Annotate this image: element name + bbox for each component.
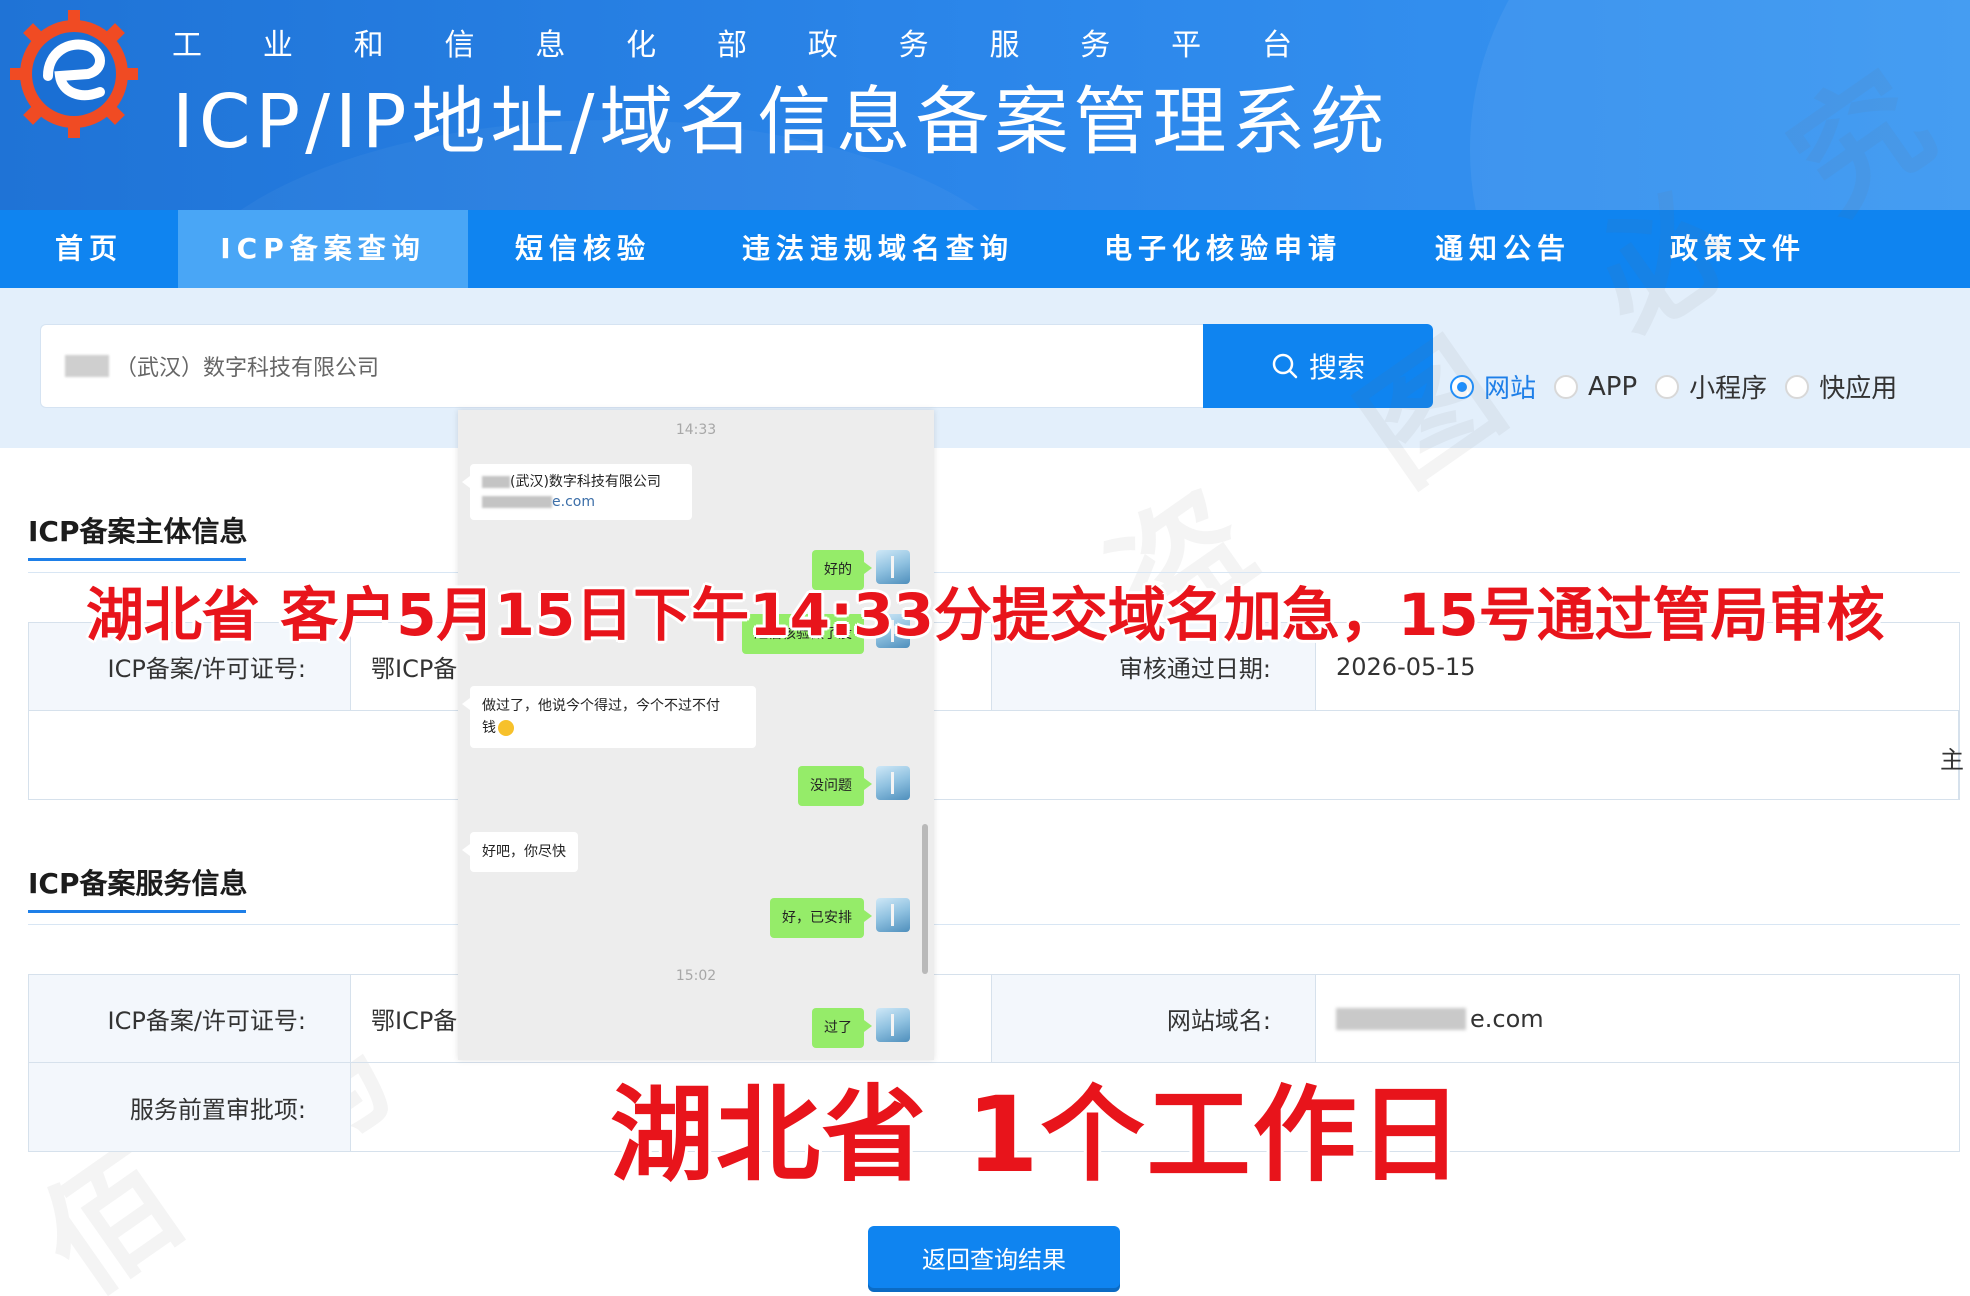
search-type-radio-group: 网站 APP 小程序 快应用 (1450, 368, 1897, 405)
subtitle-char: 务 (898, 28, 929, 63)
table-cell-empty (29, 711, 1959, 799)
chat-timestamp: 15:02 (675, 968, 717, 984)
subtitle-char: 务 (1080, 28, 1111, 63)
subtitle-char: 信 (444, 28, 475, 63)
chat-timestamp: 14:33 (675, 422, 717, 438)
radio-dot (1785, 374, 1810, 399)
avatar (876, 1008, 910, 1042)
chat-card-company: (武汉)数字科技有限公司 (510, 474, 661, 490)
chat-bubble-left: 好吧，你尽快 (462, 832, 578, 872)
emoji-icon (498, 720, 514, 736)
chat-card-domain-row: e.com (482, 492, 680, 512)
chat-card-company-row: (武汉)数字科技有限公司 (482, 472, 680, 492)
redacted-text (65, 355, 109, 377)
chat-bubble-right: 过了 (812, 1008, 872, 1048)
radio-mini-program[interactable]: 小程序 (1655, 368, 1767, 405)
subtitle-char: 和 (353, 28, 384, 63)
truncated-label: 主 (1940, 746, 1964, 774)
redacted-text (1336, 1007, 1466, 1030)
subtitle-char: 部 (716, 28, 747, 63)
subject-section-title: ICP备案主体信息 (28, 510, 248, 561)
preapproval-label: 服务前置审批项: (29, 1063, 351, 1151)
nav-item-illegal-domain-query[interactable]: 违法违规域名查询 (698, 210, 1058, 288)
chat-scrollbar[interactable] (922, 824, 928, 974)
nav-item-e-verify-apply[interactable]: 电子化核验申请 (1058, 210, 1388, 288)
annotation-main: 湖北省 客户5月15日下午14:33分提交域名加急，15号通过管局审核 (86, 581, 1885, 649)
subtitle-char: 服 (989, 28, 1020, 63)
search-input[interactable]: （武汉）数字科技有限公司 (40, 324, 1204, 408)
radio-dot (1554, 374, 1579, 399)
chat-card: (武汉)数字科技有限公司 e.com (462, 464, 692, 520)
subtitle-char: 政 (807, 28, 838, 63)
back-to-results-button[interactable]: 返回查询结果 (868, 1226, 1120, 1288)
service-license-label: ICP备案/许可证号: (29, 975, 351, 1062)
nav-item-home[interactable]: 首页 (0, 210, 178, 288)
chat-bubble-text: 做过了，他说今个得过，今个不过不付 (482, 698, 720, 714)
chat-bubble-text-2: 钱 (482, 717, 744, 739)
site-title: ICP/IP地址/域名信息备案管理系统 (172, 79, 1390, 165)
nav-item-sms-verify[interactable]: 短信核验 (468, 210, 698, 288)
subtitle-char: 业 (262, 28, 293, 63)
redacted-text (482, 476, 510, 488)
subtitle-char: 工 (172, 28, 202, 63)
chat-bubble-right: 没问题 (798, 766, 872, 806)
radio-quick-app[interactable]: 快应用 (1785, 368, 1897, 405)
search-icon (1272, 353, 1298, 379)
avatar (876, 766, 910, 800)
annotation-bottom: 湖北省 1个工作日 (610, 1074, 1465, 1196)
chat-bubble-text-tail: 钱 (482, 720, 496, 736)
subtitle-char: 台 (1261, 28, 1292, 63)
radio-app[interactable]: APP (1554, 372, 1637, 402)
search-input-value: （武汉）数字科技有限公司 (115, 356, 380, 381)
avatar (876, 898, 910, 932)
subtitle-char: 化 (626, 28, 657, 63)
chat-bubble-left: 做过了，他说今个得过，今个不过不付 钱 (462, 686, 756, 748)
section-divider (28, 924, 1960, 925)
site-subtitle: 工 业 和 信 息 化 部 政 务 服 务 平 台 (172, 20, 1292, 64)
domain-label: 网站域名: (992, 975, 1316, 1062)
subtitle-char: 息 (535, 28, 566, 63)
site-logo-icon (10, 10, 138, 138)
radio-dot (1655, 374, 1680, 399)
radio-label: 小程序 (1689, 374, 1768, 404)
domain-value-cell: e.com (1316, 975, 1959, 1062)
domain-value: e.com (1470, 1004, 1544, 1033)
chat-bubble-right: 好，已安排 (770, 898, 872, 938)
chat-screenshot: 14:33 (武汉)数字科技有限公司 e.com 好的 短信核验做了没 做过了，… (458, 410, 934, 1060)
subtitle-char: 平 (1171, 28, 1202, 63)
redacted-text (482, 496, 552, 508)
chat-card-domain: e.com (552, 494, 595, 510)
radio-label: 快应用 (1819, 374, 1898, 404)
table-row (29, 711, 1959, 799)
radio-label: APP (1588, 371, 1638, 402)
service-section-title: ICP备案服务信息 (28, 862, 248, 913)
nav-item-icp-query[interactable]: ICP备案查询 (178, 210, 468, 288)
